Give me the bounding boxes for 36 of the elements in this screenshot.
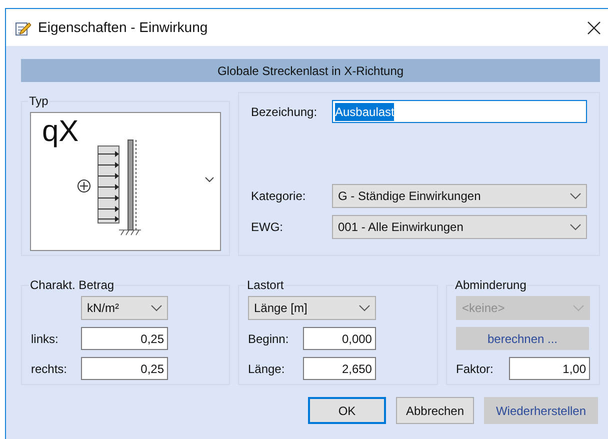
field-label: Faktor:	[456, 360, 494, 378]
dropdown[interactable]: G - Ständige Einwirkungen	[332, 184, 587, 208]
number-field[interactable]: 0,000	[302, 327, 376, 350]
window-title: Eigenschaften - Einwirkung	[38, 18, 208, 37]
field-label: links:	[31, 330, 60, 348]
dialog-button[interactable]: Abbrechen	[396, 397, 474, 424]
group-label: Charakt. Betrag	[29, 277, 116, 294]
chevron-down-icon	[570, 192, 581, 200]
number-field[interactable]: 1,00	[509, 357, 590, 380]
dropdown[interactable]: 001 - Alle Einwirkungen	[332, 215, 587, 239]
load-symbol: qX	[42, 117, 79, 147]
edit-icon	[15, 20, 31, 36]
field-label: Länge:	[248, 360, 286, 378]
section-header: Globale Streckenlast in X-Richtung	[21, 59, 600, 82]
dropdown[interactable]: Länge [m]	[248, 296, 376, 320]
field-label: Beginn:	[248, 330, 290, 348]
chevron-down-icon	[570, 224, 581, 230]
chevron-down-icon	[151, 304, 162, 312]
chevron-down-icon	[573, 304, 584, 312]
number-field[interactable]: 0,25	[81, 357, 168, 380]
number-field[interactable]: 2,650	[302, 357, 376, 380]
group-label: Abminderung	[454, 277, 528, 294]
text-field[interactable]: Ausbaulast	[332, 100, 587, 123]
field-label: Bezeichung:	[251, 104, 318, 120]
chevron-down-icon[interactable]	[205, 177, 214, 183]
chevron-down-icon	[358, 304, 370, 312]
type-selector[interactable]: qX	[30, 112, 221, 251]
dialog-button[interactable]: OK	[308, 397, 386, 424]
close-icon[interactable]	[587, 20, 601, 34]
field-label: EWG:	[251, 219, 284, 236]
field-label: rechts:	[31, 360, 68, 378]
group-label: Typ	[28, 93, 50, 110]
number-field[interactable]: 0,25	[81, 327, 168, 350]
dropdown[interactable]: kN/m²	[81, 296, 168, 320]
group-label: Lastort	[246, 277, 285, 294]
field-label: Kategorie:	[251, 188, 307, 205]
